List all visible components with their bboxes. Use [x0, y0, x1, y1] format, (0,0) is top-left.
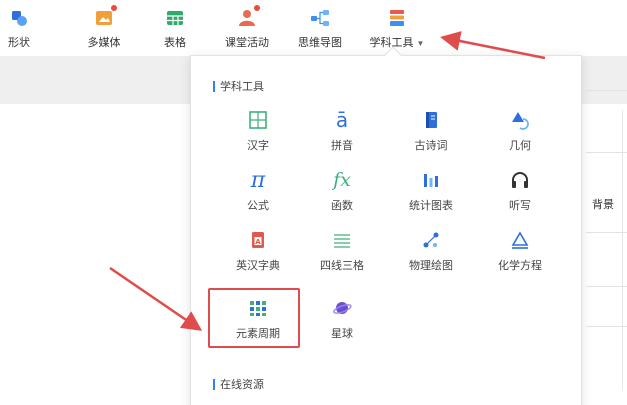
annotation-arrow-periodic [109, 266, 203, 331]
tool-physics-drawing[interactable]: 物理绘图 [386, 228, 476, 278]
headphones-icon [510, 168, 530, 192]
classroom-activity-tool[interactable]: 课堂活动 [220, 5, 274, 52]
mind-map-tool-label: 思维导图 [298, 37, 342, 49]
subject-tools-label: 学科工具 ▼ [369, 37, 425, 49]
multimedia-badge-dot [111, 5, 117, 11]
tool-statistics-chart[interactable]: 统计图表 [386, 168, 476, 218]
tool-four-line-grid[interactable]: 四线三格 [297, 228, 387, 278]
chevron-down-icon: ▼ [416, 39, 425, 48]
tool-chemistry-equation[interactable]: 化学方程 [475, 228, 565, 278]
chemistry-equation-icon [510, 228, 530, 252]
tool-planet[interactable]: 星球 [297, 296, 387, 346]
svg-text:A: A [255, 238, 261, 246]
shape-icon [9, 8, 29, 28]
classroom-activity-tool-label: 课堂活动 [225, 37, 269, 49]
subject-tools-dropdown: 学科工具 汉字 ā 拼音 古诗词 几何 π 公式 fx 函数 统计图表 听写 A… [190, 46, 582, 405]
multimedia-tool[interactable]: 多媒体 [82, 5, 126, 52]
tool-geometry[interactable]: 几何 [475, 108, 565, 158]
online-resources-section-title: 在线资源 [213, 376, 264, 392]
tool-chinese-character[interactable]: 汉字 [213, 108, 303, 158]
table-tool[interactable]: 表格 [160, 6, 190, 52]
mind-map-icon [310, 8, 330, 28]
physics-drawing-icon [421, 228, 441, 252]
subject-tools-menu[interactable]: 学科工具 ▼ [366, 6, 428, 52]
four-line-grid-icon [332, 228, 352, 252]
tool-dictation[interactable]: 听写 [475, 168, 565, 218]
shape-tool[interactable]: 形状 [4, 6, 34, 52]
poetry-book-icon [421, 108, 441, 132]
shape-tool-label: 形状 [8, 37, 30, 49]
subject-tools-section-title: 学科工具 [213, 78, 264, 94]
dictionary-icon: A [248, 228, 268, 252]
planet-icon [332, 296, 352, 320]
background-slide-edge [582, 90, 627, 405]
screen: 形状 多媒体 表格 课堂活动 思维导图 学科工具 ▼ 背景 学科工具 汉字 ā … [0, 0, 627, 405]
tool-pinyin[interactable]: ā 拼音 [297, 108, 387, 158]
pinyin-icon: ā [335, 108, 349, 132]
annotation-highlight-box [208, 288, 300, 348]
classroom-activity-badge-dot [254, 5, 260, 11]
classroom-activity-icon [237, 5, 260, 28]
tool-formula[interactable]: π 公式 [213, 168, 303, 218]
mind-map-tool[interactable]: 思维导图 [293, 6, 347, 52]
table-icon [165, 8, 185, 28]
geometry-icon [510, 108, 530, 132]
statistics-chart-icon [421, 168, 441, 192]
toolbar: 形状 多媒体 表格 课堂活动 思维导图 学科工具 ▼ [0, 0, 627, 56]
multimedia-tool-label: 多媒体 [87, 37, 121, 49]
background-label: 背景 [592, 199, 614, 211]
tool-function[interactable]: fx 函数 [297, 168, 387, 218]
multimedia-icon [94, 5, 117, 28]
function-icon: fx [333, 169, 351, 191]
table-tool-label: 表格 [164, 37, 186, 49]
tool-poetry[interactable]: 古诗词 [386, 108, 476, 158]
pi-icon: π [250, 167, 266, 193]
chinese-character-icon [248, 108, 268, 132]
subject-tools-icon [387, 8, 407, 28]
tool-dictionary[interactable]: A 英汉字典 [213, 228, 303, 278]
